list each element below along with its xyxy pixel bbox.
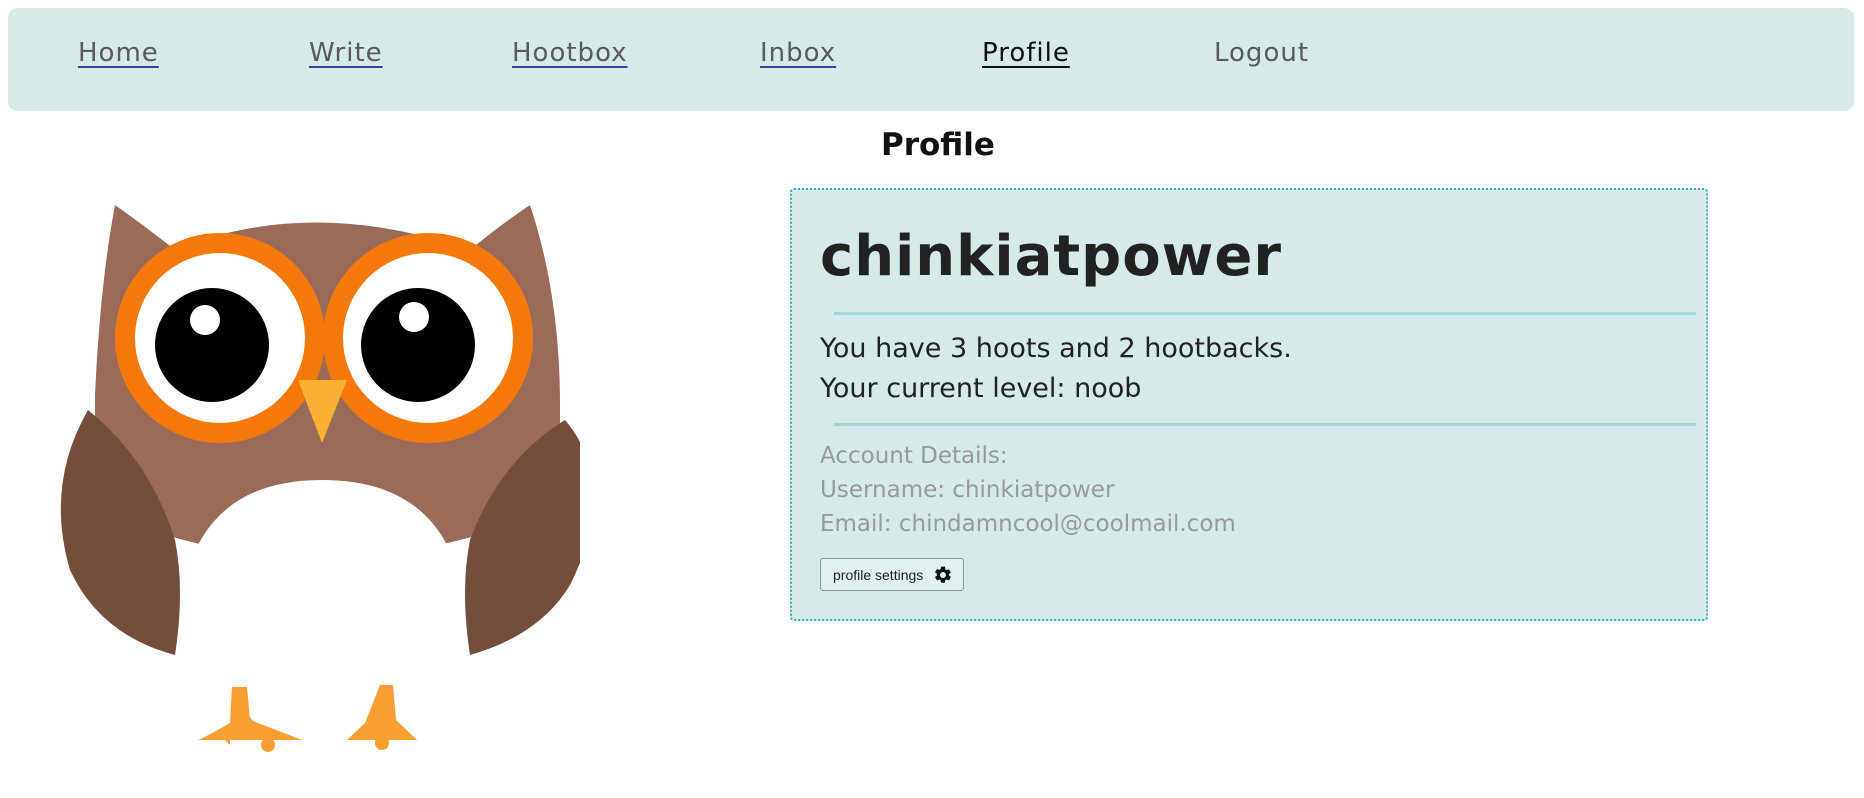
profile-settings-label: profile settings: [833, 566, 924, 583]
username-detail: Username: chinkiatpower: [820, 477, 1115, 503]
divider: [834, 312, 1696, 315]
nav-inbox-link[interactable]: Inbox: [760, 38, 836, 68]
nav-hootbox-link[interactable]: Hootbox: [512, 38, 628, 68]
profile-username-heading: chinkiatpower: [820, 224, 1283, 289]
nav-write-link[interactable]: Write: [309, 38, 383, 68]
profile-card: chinkiatpower You have 3 hoots and 2 hoo…: [790, 188, 1708, 621]
owl-avatar-illustration: [60, 205, 580, 752]
owl-right-foot: [347, 685, 417, 740]
email-detail: Email: chindamncool@coolmail.com: [820, 511, 1236, 537]
profile-settings-button[interactable]: profile settings: [820, 558, 965, 591]
nav-profile-link[interactable]: Profile: [982, 38, 1070, 68]
nav-home-link[interactable]: Home: [78, 38, 159, 68]
page-title: Profile: [881, 127, 995, 163]
top-navbar: Home Write Hootbox Inbox Profile Logout: [8, 8, 1854, 111]
divider: [834, 423, 1696, 426]
account-details-heading: Account Details:: [820, 443, 1008, 469]
nav-logout-link[interactable]: Logout: [1214, 38, 1309, 68]
hoots-summary: You have 3 hoots and 2 hootbacks.: [820, 333, 1292, 364]
level-line: Your current level: noob: [820, 373, 1142, 404]
gear-icon: [935, 566, 952, 583]
